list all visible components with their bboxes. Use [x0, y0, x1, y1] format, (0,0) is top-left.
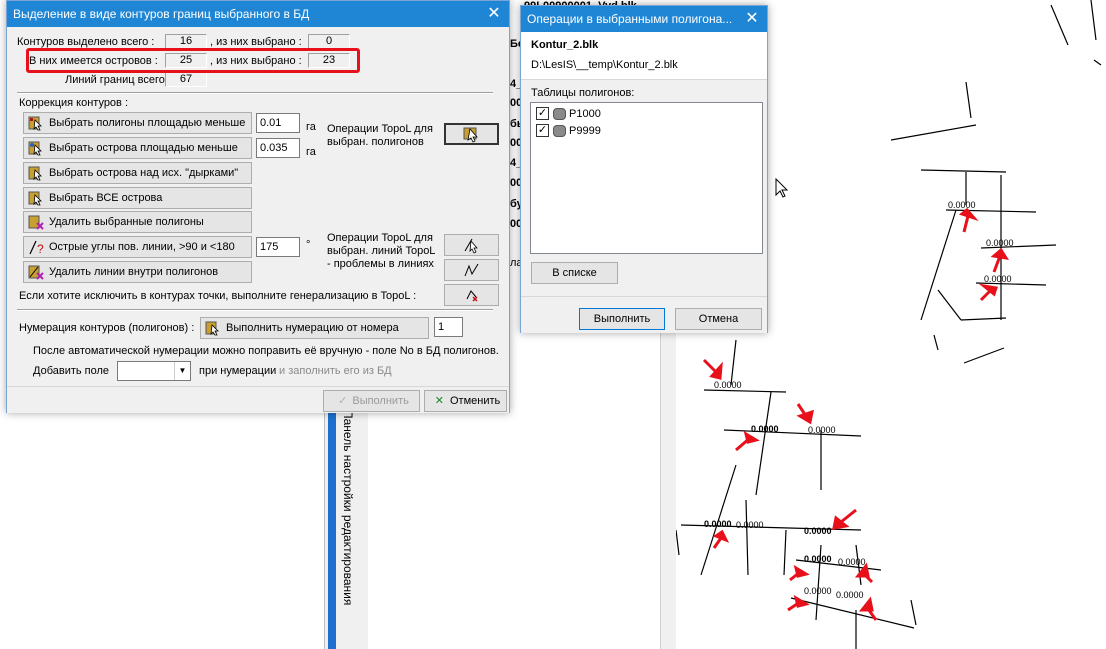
select-small-polygons-button[interactable]: Выбрать полигоны площадью меньше	[23, 112, 252, 134]
topol-line-ops-label: Операции TopoL для выбран. линий TopoL -…	[327, 232, 436, 270]
polygon-area-input[interactable]: 0.01	[256, 113, 300, 133]
chevron-down-icon[interactable]: ▼	[174, 362, 190, 380]
map-label: 0.0000	[838, 557, 866, 567]
svg-text:?: ?	[37, 242, 44, 255]
run-button[interactable]: ✓ Выполнить	[323, 390, 420, 412]
generalization-hint: Если хотите исключить в контурах точки, …	[19, 290, 417, 302]
map-label: 0.0000	[948, 200, 976, 210]
table-polygon-icon	[553, 125, 566, 137]
select-small-islands-button[interactable]: Выбрать острова площадью меньше	[23, 137, 252, 159]
contours-total-value: 16	[165, 34, 207, 49]
add-field-select[interactable]: ▼	[117, 361, 191, 381]
list-item[interactable]: ✓ P9999	[536, 123, 736, 139]
degree-unit-label: °	[306, 239, 311, 251]
table-checkbox[interactable]: ✓	[536, 107, 549, 120]
execute-button[interactable]: Выполнить	[579, 308, 665, 330]
panel-accent-strip	[328, 384, 336, 649]
map-label: 0.0000	[736, 520, 764, 530]
delete-polygon-icon	[28, 215, 44, 230]
polygon-operations-dialog: Операции в выбранными полигона... ✕ Kont…	[520, 5, 768, 333]
topol-polygon-ops-label: Операции TopoL для выбран. полигонов	[327, 123, 433, 148]
dialog-title: Выделение в виде контуров границ выбранн…	[13, 7, 310, 21]
delete-lines-icon	[28, 265, 44, 280]
start-number-input[interactable]: 1	[434, 317, 463, 337]
sharp-angle-icon: ?	[29, 240, 44, 255]
island-select-icon	[28, 141, 42, 156]
list-item[interactable]: ✓ P1000	[536, 106, 736, 122]
when-numbering-label: при нумерации	[199, 365, 277, 377]
cursor-arrow-icon	[775, 178, 789, 198]
map-label: 0.0000	[751, 424, 779, 434]
numbering-icon	[205, 321, 219, 336]
island-hole-icon	[28, 166, 42, 181]
add-field-label: Добавить поле	[33, 365, 110, 377]
contours-selected-label: , из них выбрано :	[210, 36, 302, 48]
numbering-label: Нумерация контуров (полигонов) :	[19, 322, 195, 334]
angle-input[interactable]: 175	[256, 237, 300, 257]
select-all-islands-button[interactable]: Выбрать ВСЕ острова	[23, 187, 252, 209]
close-icon[interactable]: ✕	[737, 6, 767, 32]
close-icon: ✕	[434, 395, 444, 407]
all-islands-icon	[28, 191, 42, 206]
area-unit-label: га	[306, 121, 316, 133]
edit-settings-panel-label: Панель настройки редактирования	[341, 410, 355, 606]
fill-from-db-label: и заполнить его из БД	[279, 365, 392, 377]
ops-dialog-titlebar[interactable]: Операции в выбранными полигона... ✕	[521, 6, 767, 32]
ops-cancel-button[interactable]: Отмена	[675, 308, 762, 330]
map-scrollbar[interactable]	[660, 330, 676, 649]
map-label: 0.0000	[714, 380, 742, 390]
polygon-tables-label: Таблицы полигонов:	[531, 87, 635, 99]
sharp-angles-button[interactable]: ? Острые углы пов. линии, >90 и <180	[23, 236, 252, 258]
map-label: 0.0000	[804, 554, 832, 564]
polyline-icon	[464, 263, 479, 277]
divider	[17, 309, 493, 311]
lines-total-label: Линий границ всего :	[65, 74, 171, 86]
table-checkbox[interactable]: ✓	[536, 124, 549, 137]
in-list-button[interactable]: В списке	[531, 262, 618, 284]
table-polygon-icon	[553, 108, 566, 120]
polygon-cursor-icon	[463, 127, 478, 143]
ops-dialog-title: Операции в выбранными полигона...	[527, 12, 733, 26]
topol-line-ops-button[interactable]	[444, 234, 499, 256]
background-workspace	[368, 380, 660, 649]
contour-selection-dialog: Выделение в виде контуров границ выбранн…	[6, 0, 510, 413]
ops-file-path: D:\LesIS\__temp\Kontur_2.blk	[531, 59, 678, 71]
map-label: 0.0000	[808, 425, 836, 435]
area-unit-label: га	[306, 146, 316, 158]
contours-selected-value: 0	[308, 34, 350, 49]
map-label: 0.0000	[986, 238, 1014, 248]
line-cursor-icon	[464, 238, 478, 254]
close-icon[interactable]: ✕	[479, 1, 509, 27]
manual-numbering-hint: После автоматической нумерации можно поп…	[33, 345, 499, 357]
table-name: P9999	[569, 125, 601, 137]
line-problems-button[interactable]	[444, 259, 499, 281]
numbering-button[interactable]: Выполнить нумерацию от номера	[200, 317, 429, 339]
delete-lines-inside-polygons-button[interactable]: Удалить линии внутри полигонов	[23, 261, 252, 283]
polygon-tables-list[interactable]: ✓ P1000 ✓ P9999	[530, 102, 763, 254]
check-icon: ✓	[338, 395, 348, 407]
island-area-input[interactable]: 0.035	[256, 138, 300, 158]
map-label: 0.0000	[984, 274, 1012, 284]
lines-total-value: 67	[165, 72, 207, 87]
map-label: 0.0000	[704, 519, 732, 529]
delete-selected-polygons-button[interactable]: Удалить выбранные полигоны	[23, 211, 252, 233]
cancel-button[interactable]: ✕ Отменить	[424, 390, 507, 412]
map-label: 0.0000	[804, 526, 832, 536]
topol-polygon-ops-button[interactable]	[444, 123, 499, 145]
ops-file-name: Kontur_2.blk	[531, 39, 599, 51]
divider	[17, 92, 493, 94]
dialog-titlebar[interactable]: Выделение в виде контуров границ выбранн…	[7, 1, 509, 27]
contours-total-label: Контуров выделено всего :	[17, 36, 155, 48]
generalization-button[interactable]	[444, 284, 499, 306]
highlight-rectangle	[26, 48, 360, 73]
map-label: 0.0000	[836, 590, 864, 600]
select-islands-over-holes-button[interactable]: Выбрать острова над исх. "дырками"	[23, 162, 252, 184]
map-label: 0.0000	[804, 586, 832, 596]
table-name: P1000	[569, 108, 601, 120]
generalize-icon	[466, 290, 478, 302]
correction-label: Коррекция контуров :	[19, 97, 129, 109]
polygon-select-icon	[28, 116, 42, 131]
